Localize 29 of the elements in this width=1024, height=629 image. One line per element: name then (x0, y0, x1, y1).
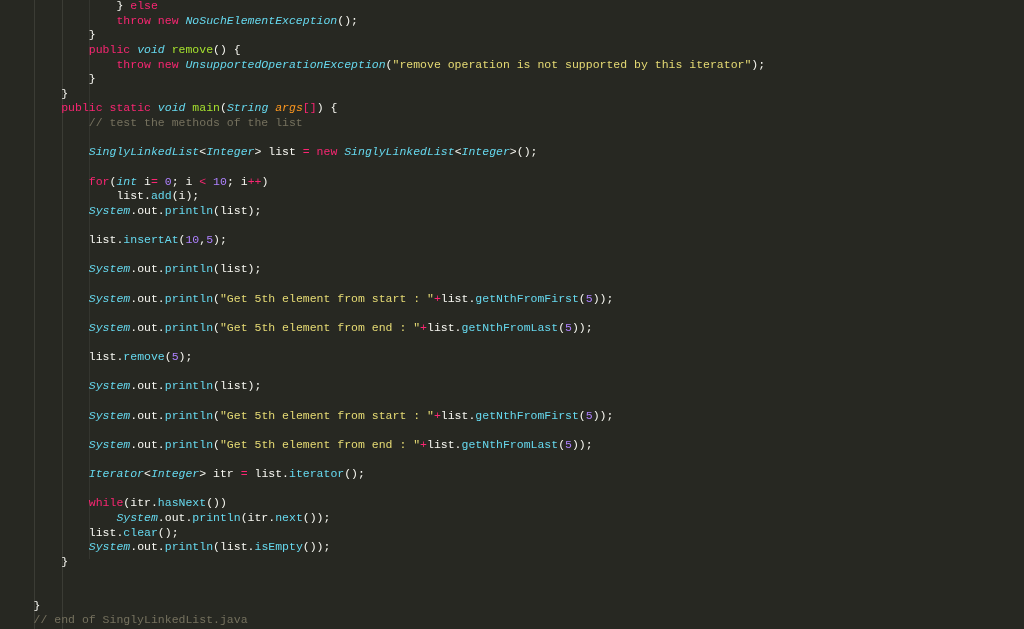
code-line: for(int i= 0; i < 10; i++) (87, 174, 269, 190)
code-line: } (60, 86, 69, 102)
code-line: System.out.println(list); (87, 262, 262, 277)
code-line: list.insertAt(10,5); (87, 233, 227, 248)
code-line: System.out.println("Get 5th element from start : "+list.getNthFromFirst(5)); (87, 291, 614, 307)
code-line: while(itr.hasNext()) (87, 496, 227, 511)
code-line: Iterator<Integer> itr = list.iterator(); (87, 467, 365, 482)
code-line: System.out.println("Get 5th element from start : "+list.getNthFromFirst(5)); (87, 408, 614, 424)
code-line: } (87, 72, 96, 87)
code-line: throw new UnsupportedOperationException("remove operation is not supported by this iterator"); (115, 57, 766, 73)
code-line: // end of SinglyLinkedList.java (32, 613, 248, 628)
code-line: System.out.println(list); (87, 379, 262, 394)
code-line: public void remove() { (87, 42, 241, 58)
code-line: public static void main(String args[]) { (60, 101, 338, 116)
code-line: } else (115, 0, 158, 14)
code-line: System.out.println("Get 5th element from end : "+list.getNthFromLast(5)); (87, 437, 593, 453)
code-line: } (87, 28, 96, 43)
code-line: System.out.println(list); (87, 203, 262, 219)
code-line: } (32, 598, 41, 614)
code-line: System.out.println("Get 5th element from end : "+list.getNthFromLast(5)); (87, 320, 593, 336)
code-line: throw new NoSuchElementException(); (115, 13, 358, 29)
code-line: list.clear(); (87, 525, 179, 541)
code-line: System.out.println(list.isEmpty()); (87, 540, 331, 555)
code-line: // test the methods of the list (87, 116, 303, 131)
code-line: SinglyLinkedList<Integer> list = new SinglyLinkedList<Integer>(); (87, 145, 538, 160)
code-line: list.remove(5); (87, 350, 193, 365)
code-line: System.out.println(itr.next()); (115, 510, 331, 526)
code-line: list.add(i); (115, 189, 200, 204)
code-line: } (60, 554, 69, 570)
